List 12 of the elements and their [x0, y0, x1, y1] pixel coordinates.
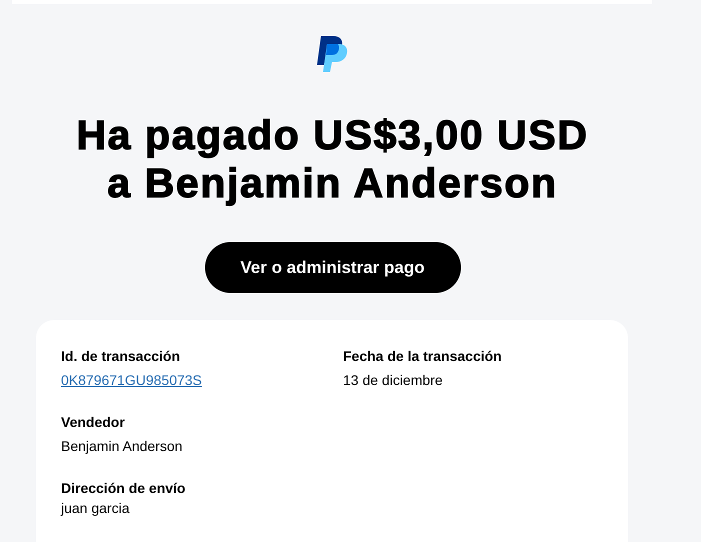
detail-label: Fecha de la transacción [343, 348, 503, 364]
view-payment-button[interactable]: Ver o administrar pago [204, 242, 460, 293]
logo-icon [316, 36, 348, 74]
detail-value: 13 de diciembre [343, 372, 444, 388]
detail-label: Dirección de envío [61, 480, 186, 496]
payment-heading: Ha pagado US$3,00 USD [76, 111, 589, 159]
transaction-id-link[interactable]: 0K879671GU985073S [61, 372, 202, 388]
detail-label: Id. de transacción [61, 348, 182, 364]
detail-label: Vendedor [61, 414, 126, 430]
payment-heading: a Benjamin Anderson [107, 159, 558, 207]
detail-value: Benjamin Anderson [61, 438, 184, 454]
detail-value: juan garcia [61, 500, 130, 516]
